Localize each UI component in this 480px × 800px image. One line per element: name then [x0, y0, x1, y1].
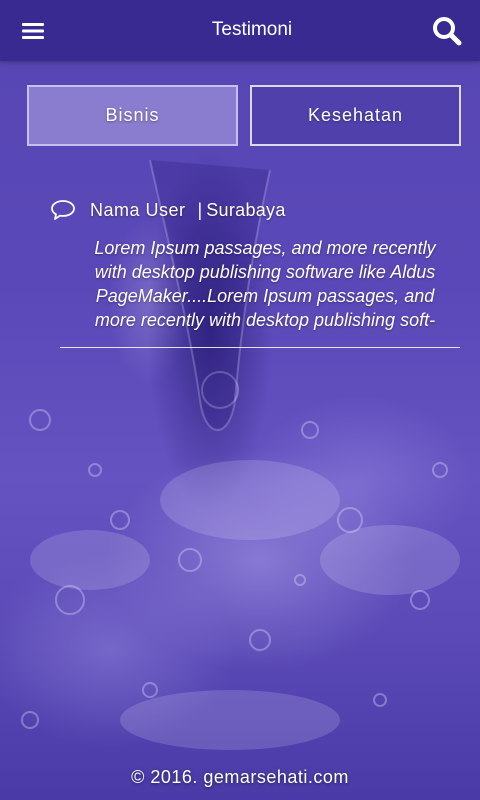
testimonial-text: Lorem Ipsum passages, and more recently … [94, 238, 436, 330]
testimonial-city: Surabaya [206, 199, 286, 220]
footer-copyright: © 2016. gemarsehati.com [131, 767, 349, 787]
search-button[interactable] [430, 14, 464, 48]
page-title: Testimoni [211, 19, 293, 40]
testimonial-divider [60, 347, 460, 348]
testimonial-item: Nama User | Surabaya Lorem Ipsum passage… [50, 196, 460, 332]
testimonial-user-name: Nama User [90, 199, 186, 220]
tab-bisnis[interactable]: Bisnis [27, 85, 238, 146]
testimonial-header: Nama User | Surabaya [50, 196, 460, 224]
app-bar: Testimoni [0, 0, 480, 61]
search-icon [433, 17, 462, 46]
tab-kesehatan[interactable]: Kesehatan [250, 85, 461, 146]
chat-bubble-icon [50, 199, 76, 221]
hamburger-menu-icon [22, 23, 44, 39]
testimonial-separator: | [197, 199, 203, 220]
tab-bisnis-label: Bisnis [105, 105, 160, 125]
menu-button[interactable] [12, 14, 54, 48]
app-screen: Testimoni Bisnis Kesehatan Nama User | S… [0, 0, 480, 800]
tab-kesehatan-label: Kesehatan [307, 105, 404, 125]
